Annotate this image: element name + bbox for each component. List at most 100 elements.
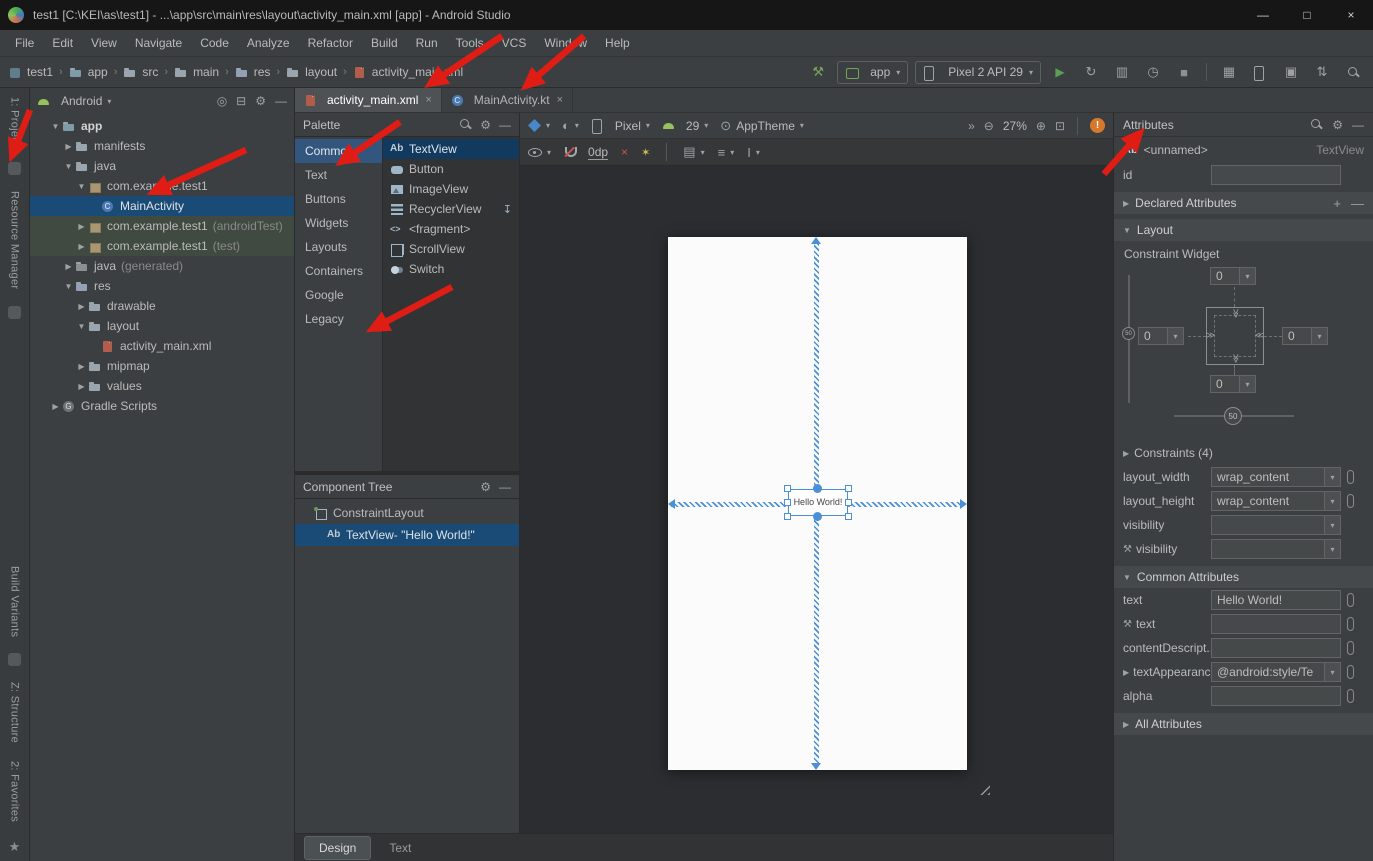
palette-component[interactable]: ScrollView: [383, 239, 519, 259]
more-actions-icon[interactable]: »: [968, 119, 975, 133]
constraint-widget[interactable]: 50 0▾ 0▾ 0▾ 0▾ ≫ ≫ ≪ ≫: [1114, 263, 1373, 441]
download-icon[interactable]: ↧: [503, 203, 512, 216]
menu-item[interactable]: Analyze: [238, 32, 299, 54]
project-tree-item[interactable]: ▶ manifests: [30, 136, 294, 156]
breadcrumb-item[interactable]: › layout: [270, 65, 337, 79]
tree-expander-icon[interactable]: ▶: [75, 362, 88, 371]
close-tab-icon[interactable]: ×: [557, 94, 563, 106]
selection-handle[interactable]: [784, 485, 791, 492]
breadcrumb-item[interactable]: › src: [108, 65, 159, 79]
menu-item[interactable]: Edit: [43, 32, 82, 54]
settings-gear-icon[interactable]: ⚙: [480, 480, 491, 494]
pick-resource-button[interactable]: [1347, 470, 1354, 484]
breadcrumb-item[interactable]: › activity_main.xml: [337, 65, 463, 79]
menu-item[interactable]: VCS: [493, 32, 536, 54]
constraint-widget-square[interactable]: ≫ ≫ ≪ ≫: [1206, 307, 1264, 365]
constraint-anchor[interactable]: [813, 484, 822, 493]
expander-icon[interactable]: ▶: [1123, 199, 1129, 208]
close-button[interactable]: ×: [1329, 0, 1373, 30]
palette-category[interactable]: Legacy: [295, 307, 382, 331]
tool-window-icon[interactable]: [8, 653, 21, 666]
pack-select[interactable]: ▤▾: [683, 144, 704, 160]
breadcrumb-item[interactable]: › app: [53, 65, 108, 79]
common-attributes-header[interactable]: ▼ Common Attributes: [1114, 566, 1373, 588]
alpha-input[interactable]: [1211, 686, 1341, 706]
component-tree-item[interactable]: ConstraintLayout: [295, 502, 519, 524]
expander-icon[interactable]: ▶: [1123, 720, 1129, 729]
menu-item[interactable]: Run: [407, 32, 447, 54]
hide-panel-icon[interactable]: —: [499, 480, 511, 494]
view-options-select[interactable]: ▾: [528, 148, 551, 157]
constraint-arrow-icon[interactable]: ≫: [1230, 309, 1241, 318]
menu-item[interactable]: Help: [596, 32, 639, 54]
palette-component[interactable]: Switch: [383, 259, 519, 279]
selection-handle[interactable]: [845, 499, 852, 506]
default-margins-button[interactable]: 0dp: [588, 145, 608, 160]
tool-window-build-variants[interactable]: Build Variants: [9, 566, 21, 637]
device-select[interactable]: Pixel 2 API 29 ▾: [915, 61, 1041, 84]
project-tree-item[interactable]: ▶ drawable: [30, 296, 294, 316]
pick-resource-button[interactable]: [1347, 689, 1354, 703]
apply-changes-icon[interactable]: ↻: [1079, 61, 1103, 83]
id-input[interactable]: [1211, 165, 1341, 185]
favorites-star-icon[interactable]: ★: [9, 839, 21, 855]
breadcrumb-item[interactable]: test1: [8, 65, 53, 79]
tool-window-resource-manager[interactable]: Resource Manager: [9, 191, 21, 289]
profiler-icon[interactable]: ◷: [1141, 61, 1165, 83]
run-button[interactable]: ▶: [1048, 61, 1072, 83]
layout-width-select[interactable]: wrap_content▾: [1211, 467, 1341, 487]
hide-panel-icon[interactable]: —: [275, 94, 287, 108]
menu-item[interactable]: View: [82, 32, 126, 54]
constraint-arrow-icon[interactable]: ≫: [1230, 354, 1241, 363]
palette-category[interactable]: Buttons: [295, 187, 382, 211]
palette-component[interactable]: RecyclerView ↧: [383, 199, 519, 219]
component-tree-item[interactable]: TextView- "Hello World!": [295, 524, 519, 546]
palette-component[interactable]: ImageView: [383, 179, 519, 199]
selection-handle[interactable]: [784, 499, 791, 506]
tools-visibility-select[interactable]: ▾: [1211, 539, 1341, 559]
close-tab-icon[interactable]: ×: [425, 94, 431, 106]
palette-category[interactable]: Containers: [295, 259, 382, 283]
margin-left-select[interactable]: 0▾: [1138, 327, 1184, 345]
infer-constraints-icon[interactable]: ✶: [641, 146, 650, 159]
project-tree-item[interactable]: ▶ com.example.test1 (androidTest): [30, 216, 294, 236]
tree-expander-icon[interactable]: ▶: [75, 222, 88, 231]
project-tree-item[interactable]: ▼ app: [30, 116, 294, 136]
tree-expander-icon[interactable]: ▶: [75, 382, 88, 391]
tree-expander-icon[interactable]: ▶: [62, 262, 75, 271]
project-tree-item[interactable]: ▶ values: [30, 376, 294, 396]
selection-handle[interactable]: [784, 513, 791, 520]
margin-bottom-select[interactable]: 0▾: [1210, 375, 1256, 393]
build-hammer-icon[interactable]: ⚒: [806, 61, 830, 83]
constraint-arrow-icon[interactable]: ≫: [1206, 330, 1215, 341]
pick-resource-button[interactable]: [1347, 617, 1354, 631]
menu-item[interactable]: Navigate: [126, 32, 191, 54]
search-icon[interactable]: [1310, 118, 1323, 131]
collapse-all-icon[interactable]: ⊟: [236, 94, 246, 108]
constraint-arrow-icon[interactable]: ≪: [1255, 330, 1264, 341]
project-tree-item[interactable]: ▼ com.example.test1: [30, 176, 294, 196]
paw-icon[interactable]: [8, 306, 21, 319]
project-tree-item[interactable]: ▼ java: [30, 156, 294, 176]
tree-expander-icon[interactable]: ▶: [75, 242, 88, 251]
project-tree-item[interactable]: ▶ Gradle Scripts: [30, 396, 294, 416]
api-version-menu[interactable]: 29▾: [662, 119, 708, 133]
selection-handle[interactable]: [845, 513, 852, 520]
margin-right-select[interactable]: 0▾: [1282, 327, 1328, 345]
hide-panel-icon[interactable]: —: [499, 118, 511, 132]
zoom-out-button[interactable]: ⊖: [984, 119, 994, 133]
text-tab[interactable]: Text: [374, 836, 426, 860]
editor-tab-mainactivity-kt[interactable]: MainActivity.kt ×: [442, 88, 573, 112]
settings-gear-icon[interactable]: ⚙: [1332, 118, 1343, 132]
tree-expander-icon[interactable]: ▶: [75, 302, 88, 311]
zoom-to-fit-button[interactable]: ⊡: [1055, 119, 1065, 133]
constraint-anchor[interactable]: [813, 512, 822, 521]
breadcrumb-item[interactable]: › res: [219, 65, 270, 79]
menu-item[interactable]: Code: [191, 32, 238, 54]
text-input[interactable]: [1211, 590, 1341, 610]
content-description-input[interactable]: [1211, 638, 1341, 658]
palette-component[interactable]: TextView: [383, 139, 519, 159]
all-attributes-header[interactable]: ▶ All Attributes: [1114, 713, 1373, 735]
pick-resource-button[interactable]: [1347, 494, 1354, 508]
stop-button[interactable]: ■: [1172, 61, 1196, 83]
